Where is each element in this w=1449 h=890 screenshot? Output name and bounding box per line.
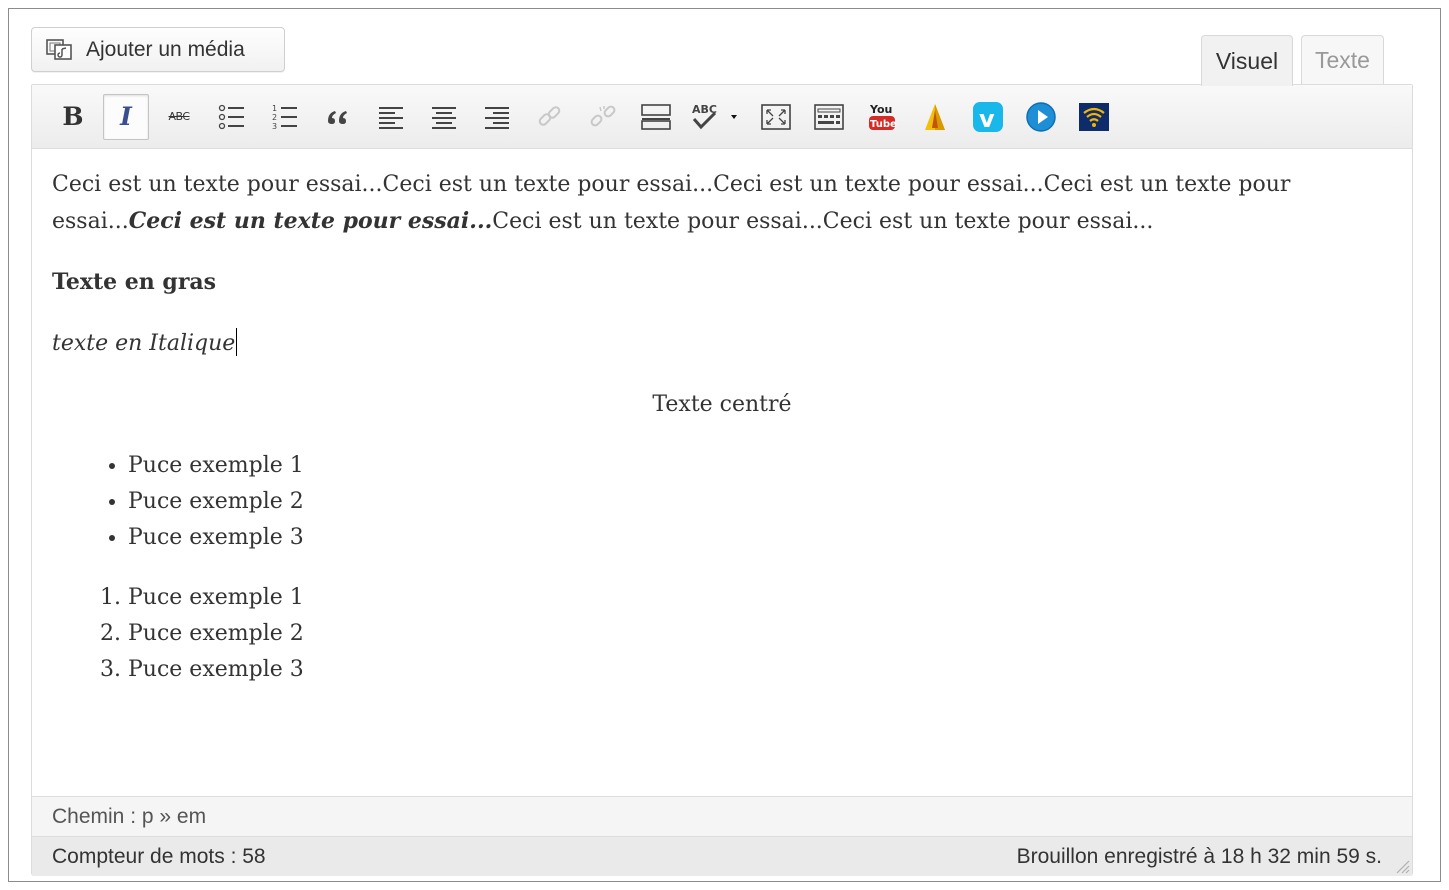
insert-link-button[interactable] [527, 94, 573, 140]
paragraph-1-text-c: Ceci est un texte pour essai...Ceci est … [492, 209, 1154, 234]
svg-text:3: 3 [272, 122, 277, 131]
fullscreen-button[interactable] [753, 94, 799, 140]
tab-visual[interactable]: Visuel [1201, 35, 1293, 86]
play-circle-icon [1026, 101, 1056, 132]
editor-toolbar: B I ABC 1 2 3 ABC You Tube v [32, 85, 1412, 149]
bold-text: Texte en gras [52, 269, 217, 295]
archive-button[interactable] [912, 94, 958, 140]
italic-paragraph: texte en Italique [52, 326, 1392, 362]
bullet-list-button[interactable] [209, 94, 255, 140]
list-item: Puce exemple 1 [128, 448, 1392, 484]
numbered-list: Puce exemple 1 Puce exemple 2 Puce exemp… [52, 580, 1392, 688]
media-icon [46, 38, 74, 62]
paragraph-1: Ceci est un texte pour essai...Ceci est … [52, 167, 1392, 240]
vimeo-icon: v [973, 101, 1003, 133]
italic-icon: I [120, 102, 132, 131]
keyboard-icon [814, 103, 844, 130]
italic-button[interactable]: I [103, 93, 149, 140]
add-media-button[interactable]: Ajouter un média [31, 27, 285, 72]
archive-icon [925, 103, 945, 130]
youtube-icon: You Tube [869, 103, 897, 130]
word-count: Compteur de mots : 58 [52, 844, 266, 868]
strikethrough-button[interactable]: ABC [156, 94, 202, 140]
bold-button[interactable]: B [50, 94, 96, 140]
quote-icon [328, 110, 347, 124]
editor: B I ABC 1 2 3 ABC You Tube v Ceci est un… [31, 84, 1413, 876]
spellcheck-button[interactable]: ABC [686, 94, 746, 140]
list-item: Puce exemple 3 [128, 520, 1392, 556]
paragraph-1-bold-italic: Ceci est un texte pour essai... [128, 208, 493, 234]
remove-link-button[interactable] [580, 94, 626, 140]
add-media-label: Ajouter un média [86, 37, 245, 61]
unlink-icon [590, 105, 616, 126]
svg-text:2: 2 [272, 113, 277, 122]
bullet-list: Puce exemple 1 Puce exemple 2 Puce exemp… [52, 448, 1392, 556]
link-icon [538, 105, 561, 126]
wifi-signal-icon [1079, 102, 1109, 131]
align-right-button[interactable] [474, 94, 520, 140]
vimeo-letter: v [979, 105, 995, 133]
bold-paragraph: Texte en gras [52, 264, 1392, 301]
youtube-top-text: You [869, 103, 892, 116]
numbered-list-button[interactable]: 1 2 3 [262, 94, 308, 140]
italic-text: texte en Italique [52, 331, 236, 356]
svg-text:1: 1 [272, 104, 277, 113]
tab-text[interactable]: Texte [1301, 35, 1384, 85]
bold-icon: B [62, 102, 84, 131]
toolbar-toggle-button[interactable] [806, 94, 852, 140]
align-left-button[interactable] [368, 94, 414, 140]
align-center-button[interactable] [421, 94, 467, 140]
fullscreen-icon [761, 103, 791, 130]
bullet-list-icon [218, 104, 244, 129]
draft-saved-status: Brouillon enregistré à 18 h 32 min 59 s. [1016, 844, 1382, 868]
blockquote-button[interactable] [315, 94, 361, 140]
read-more-icon [641, 103, 671, 130]
element-path: Chemin : p » em [52, 804, 207, 828]
centered-paragraph: Texte centré [52, 387, 1392, 423]
youtube-bottom-text: Tube [870, 119, 897, 130]
youtube-button[interactable]: You Tube [859, 94, 905, 140]
read-more-button[interactable] [633, 94, 679, 140]
status-bar: Compteur de mots : 58 Brouillon enregist… [32, 836, 1412, 876]
editor-content[interactable]: Ceci est un texte pour essai...Ceci est … [32, 149, 1412, 796]
align-left-icon [379, 106, 403, 129]
strikethrough-icon: ABC [168, 110, 190, 123]
list-item: Puce exemple 3 [128, 652, 1392, 688]
audio-stream-button[interactable] [1071, 94, 1117, 140]
text-caret [236, 328, 238, 356]
numbered-list-icon: 1 2 3 [272, 104, 297, 131]
element-path-bar: Chemin : p » em [32, 796, 1412, 836]
align-right-icon [485, 106, 509, 129]
video-play-button[interactable] [1018, 94, 1064, 140]
list-item: Puce exemple 2 [128, 616, 1392, 652]
list-item: Puce exemple 1 [128, 580, 1392, 616]
list-item: Puce exemple 2 [128, 484, 1392, 520]
align-center-icon [432, 106, 456, 129]
centered-text: Texte centré [652, 392, 792, 417]
vimeo-button[interactable]: v [965, 94, 1011, 140]
resize-handle-icon[interactable] [1392, 856, 1410, 874]
spellcheck-icon: ABC [692, 103, 737, 129]
